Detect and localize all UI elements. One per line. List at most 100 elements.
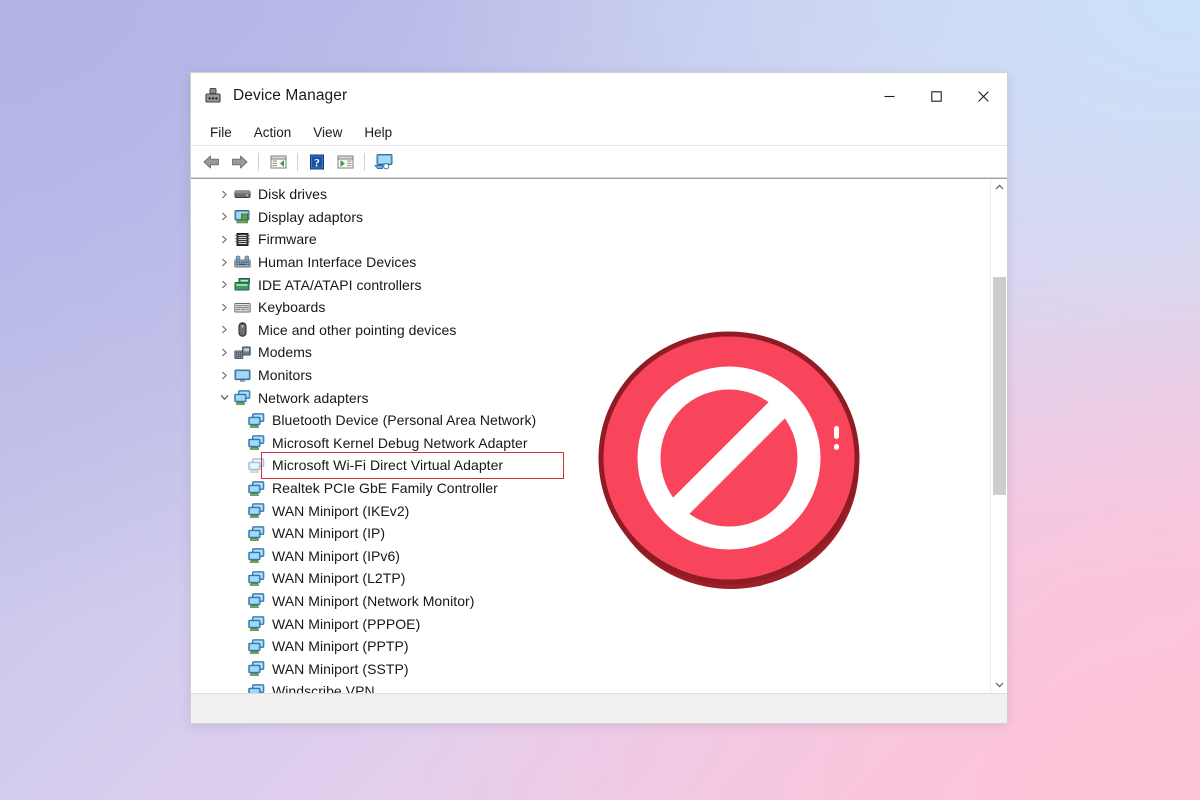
tree-item[interactable]: Display adaptors (191, 206, 990, 229)
status-bar (191, 693, 1007, 723)
minimize-button[interactable] (866, 73, 913, 119)
tree-item-label: Microsoft Wi-Fi Direct Virtual Adapter (272, 457, 503, 473)
tree-item-label: Disk drives (258, 186, 327, 202)
menu-item-file[interactable]: File (199, 122, 243, 143)
menu-item-help[interactable]: Help (353, 122, 403, 143)
tree-item-label: Realtek PCIe GbE Family Controller (272, 480, 498, 496)
network-adapter-icon (247, 570, 265, 586)
scan-hardware-changes-button[interactable] (370, 149, 398, 175)
tree-item[interactable]: Bluetooth Device (Personal Area Network) (191, 409, 990, 432)
network-adapter-disabled-icon (247, 457, 265, 473)
tree-item[interactable]: WAN Miniport (PPPOE) (191, 612, 990, 635)
chevron-right-icon[interactable] (215, 303, 233, 312)
scrollbar-track[interactable] (991, 196, 1007, 676)
back-arrow-icon (202, 154, 221, 170)
tree-item[interactable]: WAN Miniport (IP) (191, 522, 990, 545)
network-adapter-icon (247, 480, 265, 496)
chevron-right-icon[interactable] (215, 325, 233, 334)
tree-item[interactable]: WAN Miniport (IKEv2) (191, 499, 990, 522)
tree-item-label: WAN Miniport (PPTP) (272, 638, 409, 654)
network-adapter-icon (247, 503, 265, 519)
network-adapter-icon (247, 412, 265, 428)
tree-item-label: Microsoft Kernel Debug Network Adapter (272, 435, 528, 451)
help-button[interactable]: ? (303, 149, 331, 175)
tree-item[interactable]: Windscribe VPN (191, 680, 990, 693)
ide-controller-icon (233, 277, 251, 293)
window-title: Device Manager (233, 87, 347, 105)
network-adapter-icon (247, 661, 265, 677)
tree-item-label: Mice and other pointing devices (258, 322, 456, 338)
firmware-icon (233, 231, 251, 247)
chevron-right-icon[interactable] (215, 212, 233, 221)
tree-item-label: Display adaptors (258, 209, 363, 225)
tree-item-label: WAN Miniport (PPPOE) (272, 616, 420, 632)
vertical-scrollbar[interactable] (990, 179, 1007, 693)
scan-monitor-icon (374, 153, 394, 170)
network-adapter-icon (247, 638, 265, 654)
device-tree-area: Disk drives Display adaptors Firmware Human… (191, 178, 1007, 693)
toolbar-separator-3 (364, 153, 365, 171)
keyboard-icon (233, 299, 251, 315)
device-tree[interactable]: Disk drives Display adaptors Firmware Human… (191, 179, 990, 693)
tree-item-label: Bluetooth Device (Personal Area Network) (272, 412, 536, 428)
display-adapter-icon (233, 209, 251, 225)
tree-item[interactable]: Mice and other pointing devices (191, 319, 990, 342)
menu-item-view[interactable]: View (302, 122, 353, 143)
tree-item[interactable]: Modems (191, 341, 990, 364)
network-adapter-icon (247, 593, 265, 609)
disk-drive-icon (233, 186, 251, 202)
network-adapter-icon (247, 616, 265, 632)
hid-icon (233, 254, 251, 270)
tree-item-label: WAN Miniport (IPv6) (272, 548, 400, 564)
tree-item[interactable]: WAN Miniport (PPTP) (191, 635, 990, 658)
chevron-right-icon[interactable] (215, 280, 233, 289)
tree-item[interactable]: Network adapters (191, 386, 990, 409)
chevron-right-icon[interactable] (215, 190, 233, 199)
tree-item[interactable]: Keyboards (191, 296, 990, 319)
chevron-right-icon[interactable] (215, 371, 233, 380)
tree-item[interactable]: Monitors (191, 364, 990, 387)
tree-item[interactable]: WAN Miniport (L2TP) (191, 567, 990, 590)
chevron-right-icon[interactable] (215, 235, 233, 244)
chevron-down-icon[interactable] (215, 393, 233, 402)
svg-text:?: ? (314, 157, 320, 169)
tree-item-label: Firmware (258, 231, 317, 247)
tree-item[interactable]: Realtek PCIe GbE Family Controller (191, 477, 990, 500)
forward-button[interactable] (225, 149, 253, 175)
tree-item[interactable]: IDE ATA/ATAPI controllers (191, 273, 990, 296)
maximize-button[interactable] (913, 73, 960, 119)
tree-item-label: WAN Miniport (L2TP) (272, 570, 405, 586)
scrollbar-thumb[interactable] (993, 277, 1006, 495)
modem-icon (233, 344, 251, 360)
tree-item[interactable]: WAN Miniport (Network Monitor) (191, 590, 990, 613)
toolbar-separator-1 (258, 153, 259, 171)
back-button[interactable] (197, 149, 225, 175)
tree-item[interactable]: Firmware (191, 228, 990, 251)
tree-item[interactable]: Disk drives (191, 183, 990, 206)
network-adapter-icon (233, 390, 251, 406)
scroll-up-arrow-icon[interactable] (991, 179, 1007, 196)
tree-item-label: Human Interface Devices (258, 254, 416, 270)
tree-item[interactable]: Microsoft Kernel Debug Network Adapter (191, 432, 990, 455)
scroll-down-arrow-icon[interactable] (991, 676, 1007, 693)
show-hide-console-tree-button[interactable] (264, 149, 292, 175)
tree-item[interactable]: Human Interface Devices (191, 251, 990, 274)
tree-item[interactable]: Microsoft Wi-Fi Direct Virtual Adapter (191, 454, 990, 477)
tree-item-label: Network adapters (258, 390, 369, 406)
toolbar: ? (191, 146, 1007, 178)
chevron-right-icon[interactable] (215, 348, 233, 357)
chevron-right-icon[interactable] (215, 258, 233, 267)
tree-item[interactable]: WAN Miniport (IPv6) (191, 545, 990, 568)
tree-item-label: WAN Miniport (IKEv2) (272, 503, 409, 519)
network-adapter-icon (247, 525, 265, 541)
mouse-icon (233, 322, 251, 338)
tree-item[interactable]: WAN Miniport (SSTP) (191, 657, 990, 680)
close-button[interactable] (960, 73, 1007, 119)
menu-item-action[interactable]: Action (243, 122, 303, 143)
properties-button[interactable] (331, 149, 359, 175)
monitor-icon (233, 367, 251, 383)
device-manager-window: Device Manager File Action View Help (190, 72, 1008, 724)
tree-item-label: WAN Miniport (IP) (272, 525, 385, 541)
tree-item-label: Modems (258, 344, 312, 360)
tree-item-label: Keyboards (258, 299, 325, 315)
